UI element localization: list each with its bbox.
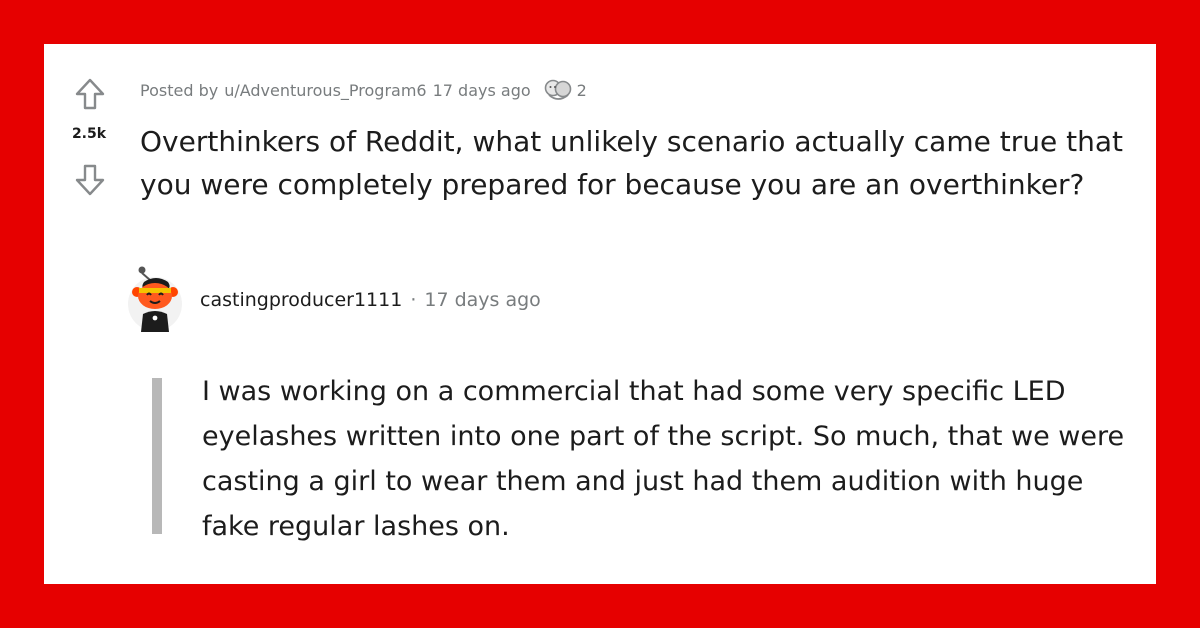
comment-body: I was working on a commercial that had s… (202, 376, 1125, 542)
award-badge[interactable]: 2 (543, 78, 587, 102)
meta-separator: · (410, 289, 417, 311)
upvote-button[interactable] (72, 76, 108, 112)
post-card: 2.5k Posted by u/Adventurous_Program6 17… (44, 44, 1156, 584)
comment-time[interactable]: 17 days ago (424, 289, 540, 311)
award-count: 2 (576, 80, 587, 100)
comment-thread-line[interactable] (152, 378, 162, 534)
post-title[interactable]: Overthinkers of Reddit, what unlikely sc… (140, 120, 1140, 206)
arrow-down-outline-icon (75, 164, 105, 196)
downvote-button[interactable] (72, 162, 108, 198)
arrow-up-outline-icon (75, 78, 105, 110)
avatar[interactable] (128, 266, 184, 334)
post-author-link[interactable]: u/Adventurous_Program6 (224, 81, 426, 100)
post-meta: Posted by u/Adventurous_Program6 17 days… (140, 78, 587, 102)
vote-score: 2.5k (71, 126, 107, 142)
post-time[interactable]: 17 days ago (433, 81, 531, 100)
hugz-award-icon (544, 79, 571, 100)
posted-by-label: Posted by (140, 80, 219, 100)
comment-author-link[interactable]: castingproducer1111 (200, 289, 402, 311)
comment-header: castingproducer1111 · 17 days ago (128, 266, 541, 334)
snoo-avatar-icon (128, 266, 182, 332)
